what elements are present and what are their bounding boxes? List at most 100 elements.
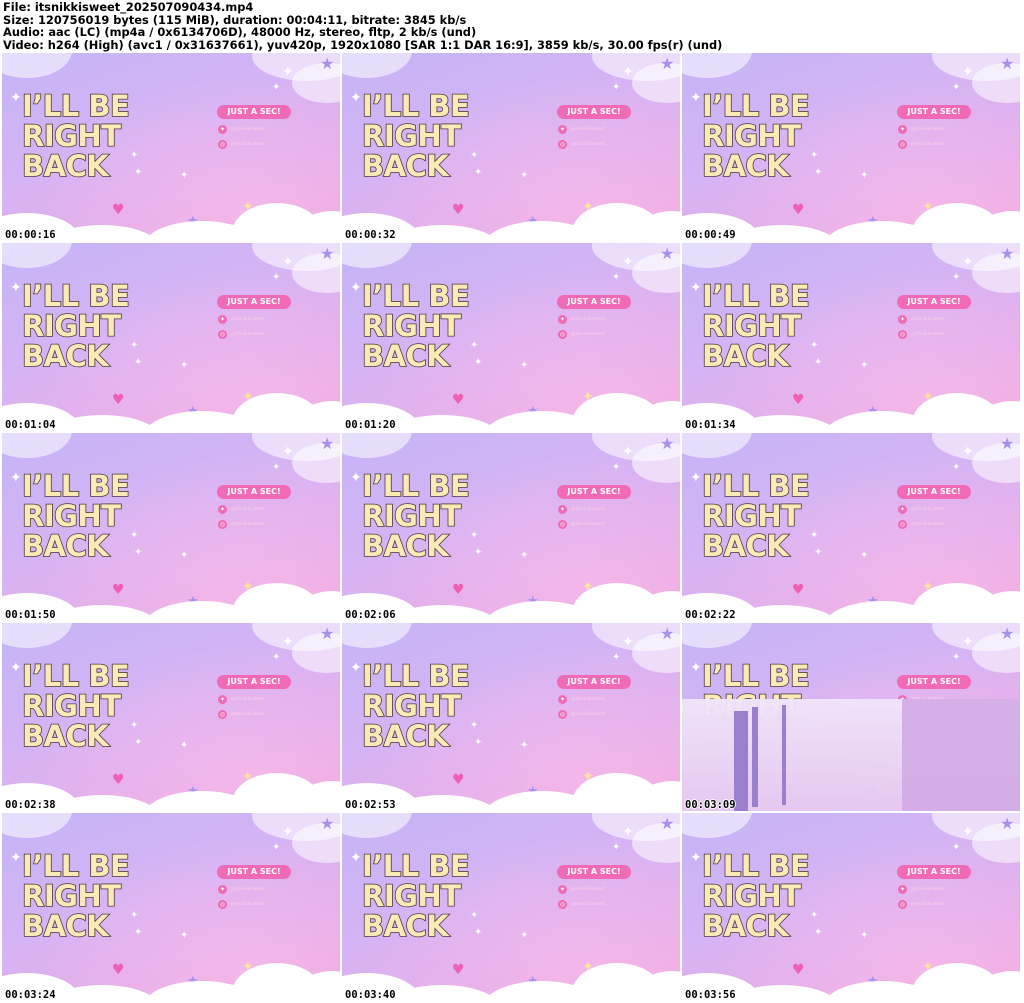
timestamp-label: 00:02:38: [5, 799, 56, 811]
twitter-row: ✦ @itsnikkisweet: [218, 695, 278, 704]
twitter-row: ✦ @itsnikkisweet: [558, 885, 618, 894]
just-a-sec-badge: JUST A SEC!: [557, 675, 631, 689]
star-icon: ★: [320, 624, 335, 643]
video-thumbnail-13[interactable]: ✦ ✦ ★ ✦ ✦ ✦ ✦ I’LL BE RIGHT BACK JUST A …: [2, 813, 340, 1001]
instagram-row: ◎ @itsnikkisweet: [558, 520, 618, 529]
twitter-row: ✦ @itsnikkisweet: [898, 885, 958, 894]
title-line-1: I’LL BE: [21, 89, 130, 123]
title-line-3: BACK: [701, 909, 789, 943]
sparkle-icon: ✦: [690, 470, 702, 486]
heart-icon: ♥: [112, 582, 125, 598]
just-a-sec-badge: JUST A SEC!: [557, 485, 631, 499]
video-thumbnail-7[interactable]: ✦ ✦ ★ ✦ ✦ ✦ ✦ I’LL BE RIGHT BACK JUST A …: [2, 433, 340, 621]
title-line-1: I’LL BE: [361, 849, 470, 883]
timestamp-label: 00:01:50: [5, 609, 56, 621]
instagram-handle: @itsnikkisweet: [231, 522, 265, 527]
just-a-sec-badge: JUST A SEC!: [217, 485, 291, 499]
sparkle-icon: ✦: [952, 82, 961, 93]
sparkle-icon: ✦: [10, 470, 22, 486]
twitter-icon: ✦: [898, 885, 907, 894]
twitter-row: ✦ @itsnikkisweet: [898, 315, 958, 324]
instagram-row: ◎ @itsnikkisweet: [898, 520, 958, 529]
twitter-handle: @itsnikkisweet: [571, 507, 605, 512]
instagram-icon: ◎: [558, 140, 567, 149]
sparkle-icon: ✦: [350, 850, 362, 866]
heart-icon: ♥: [112, 772, 125, 788]
title-line-3: BACK: [361, 149, 449, 183]
video-thumbnail-9[interactable]: ✦ ✦ ★ ✦ ✦ ✦ ✦ I’LL BE RIGHT BACK JUST A …: [682, 433, 1020, 621]
timestamp-label: 00:02:53: [345, 799, 396, 811]
instagram-row: ◎ @itsnikkisweet: [898, 140, 958, 149]
heart-icon: ♥: [452, 962, 465, 978]
sparkle-icon: ✦: [952, 462, 961, 473]
star-icon: ★: [1000, 814, 1015, 833]
brb-title: I’LL BE RIGHT BACK: [701, 849, 872, 943]
file-info-header: File: itsnikkisweet_202507090434.mp4 Siz…: [3, 1, 1021, 53]
title-line-2: RIGHT: [361, 119, 462, 153]
video-thumbnail-2[interactable]: ✦ ✦ ★ ✦ ✦ ✦ ✦ I’LL BE RIGHT BACK JUST A …: [342, 53, 680, 241]
instagram-handle: @itsnikkisweet: [911, 142, 945, 147]
twitter-handle: @itsnikkisweet: [911, 127, 945, 132]
twitter-icon: ✦: [558, 125, 567, 134]
twitter-handle: @itsnikkisweet: [231, 697, 265, 702]
timestamp-label: 00:03:24: [5, 989, 56, 1001]
title-line-2: RIGHT: [21, 309, 122, 343]
heart-icon: ♥: [792, 392, 805, 408]
instagram-icon: ◎: [898, 330, 907, 339]
instagram-handle: @itsnikkisweet: [571, 332, 605, 337]
sparkle-icon: ✦: [612, 272, 621, 283]
just-a-sec-badge: JUST A SEC!: [557, 865, 631, 879]
title-line-1: I’LL BE: [701, 849, 810, 883]
video-thumbnail-11[interactable]: ✦ ✦ ★ ✦ ✦ ✦ ✦ I’LL BE RIGHT BACK JUST A …: [342, 623, 680, 811]
video-thumbnail-5[interactable]: ✦ ✦ ★ ✦ ✦ ✦ ✦ I’LL BE RIGHT BACK JUST A …: [342, 243, 680, 431]
title-line-3: BACK: [701, 339, 789, 373]
twitter-row: ✦ @itsnikkisweet: [558, 315, 618, 324]
instagram-row: ◎ @itsnikkisweet: [218, 900, 278, 909]
brb-title: I’LL BE RIGHT BACK: [701, 470, 872, 562]
just-a-sec-badge: JUST A SEC!: [557, 295, 631, 309]
star-icon: ★: [660, 624, 675, 643]
just-a-sec-badge: JUST A SEC!: [217, 675, 291, 689]
sparkle-icon: ✦: [612, 462, 621, 473]
just-a-sec-badge: JUST A SEC!: [897, 105, 971, 119]
timestamp-label: 00:01:34: [685, 419, 736, 431]
video-thumbnail-6[interactable]: ✦ ✦ ★ ✦ ✦ ✦ ✦ I’LL BE RIGHT BACK JUST A …: [682, 243, 1020, 431]
video-thumbnail-1[interactable]: ✦ ✦ ★ ✦ ✦ ✦ ✦ I’LL BE RIGHT BACK JUST A …: [2, 53, 340, 241]
photo-element: [782, 705, 786, 805]
sparkle-icon: ✦: [350, 280, 362, 296]
brb-title: I’LL BE RIGHT BACK: [701, 90, 872, 182]
title-line-3: BACK: [361, 529, 449, 563]
sparkle-icon: ✦: [10, 90, 22, 106]
video-thumbnail-8[interactable]: ✦ ✦ ★ ✦ ✦ ✦ ✦ I’LL BE RIGHT BACK JUST A …: [342, 433, 680, 621]
brb-title: I’LL BE RIGHT BACK: [361, 90, 532, 183]
brb-title: I’LL BE RIGHT BACK: [701, 280, 872, 373]
instagram-icon: ◎: [218, 140, 227, 149]
photo-element: [752, 707, 758, 807]
instagram-icon: ◎: [558, 710, 567, 719]
video-thumbnail-14[interactable]: ✦ ✦ ★ ✦ ✦ ✦ ✦ I’LL BE RIGHT BACK JUST A …: [342, 813, 680, 1001]
title-line-2: RIGHT: [701, 309, 802, 343]
twitter-row: ✦ @itsnikkisweet: [558, 695, 618, 704]
transition-photo: [682, 699, 1020, 811]
video-thumbnail-4[interactable]: ✦ ✦ ★ ✦ ✦ ✦ ✦ I’LL BE RIGHT BACK JUST A …: [2, 243, 340, 431]
twitter-row: ✦ @itsnikkisweet: [898, 125, 958, 134]
star-icon: ★: [1000, 54, 1015, 73]
instagram-icon: ◎: [558, 330, 567, 339]
video-thumbnail-12[interactable]: ✦ ✦ ★ ✦ ✦ ✦ ✦ I’LL BE RIGHT BACK JUST A …: [682, 623, 1020, 811]
video-thumbnail-10[interactable]: ✦ ✦ ★ ✦ ✦ ✦ ✦ I’LL BE RIGHT BACK JUST A …: [2, 623, 340, 811]
sparkle-icon: ✦: [952, 272, 961, 283]
video-thumbnail-3[interactable]: ✦ ✦ ★ ✦ ✦ ✦ ✦ I’LL BE RIGHT BACK JUST A …: [682, 53, 1020, 241]
title-line-3: BACK: [361, 719, 449, 753]
instagram-handle: @itsnikkisweet: [571, 522, 605, 527]
star-icon: ★: [1000, 244, 1015, 263]
heart-icon: ♥: [112, 392, 125, 408]
twitter-icon: ✦: [558, 695, 567, 704]
sparkle-icon: ✦: [622, 254, 634, 270]
heart-icon: ♥: [112, 202, 125, 218]
title-line-1: I’LL BE: [361, 659, 470, 693]
video-thumbnail-15[interactable]: ✦ ✦ ★ ✦ ✦ ✦ ✦ I’LL BE RIGHT BACK JUST A …: [682, 813, 1020, 1001]
sparkle-icon: ✦: [272, 842, 281, 853]
timestamp-label: 00:00:32: [345, 229, 396, 241]
instagram-icon: ◎: [218, 520, 227, 529]
twitter-icon: ✦: [218, 125, 227, 134]
